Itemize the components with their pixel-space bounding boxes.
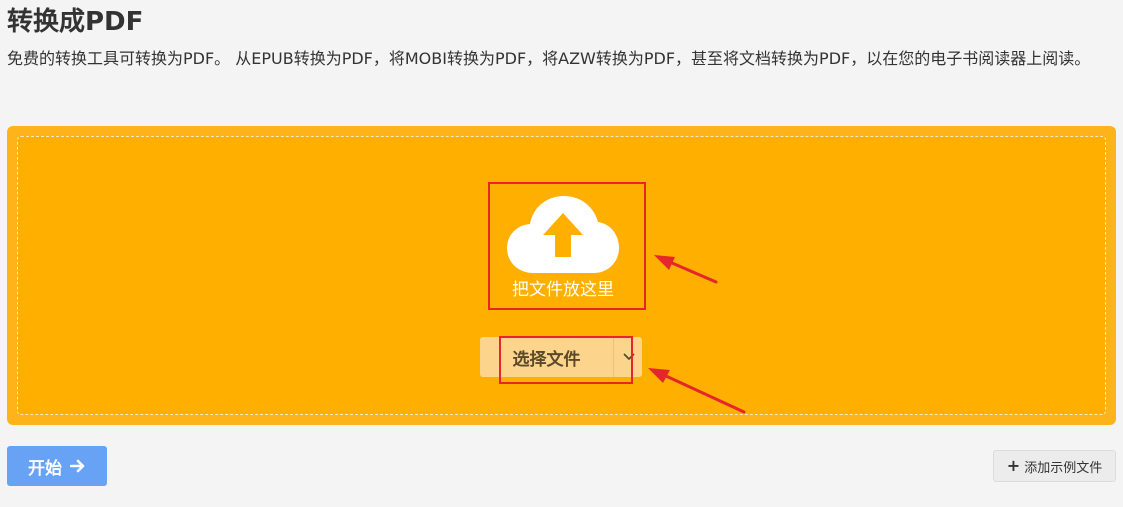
page-title: 转换成PDF: [7, 7, 144, 37]
annotation-highlight-choose: [499, 336, 633, 384]
plus-icon: +: [1006, 456, 1021, 475]
arrow-right-icon: [70, 459, 85, 473]
page-description: 免费的转换工具可转换为PDF。 从EPUB转换为PDF，将MOBI转换为PDF，…: [7, 49, 1091, 68]
add-sample-file-button[interactable]: + 添加示例文件: [993, 450, 1116, 482]
annotation-highlight-drop: [488, 182, 646, 310]
start-label: 开始: [28, 458, 62, 479]
add-sample-file-label: 添加示例文件: [1024, 460, 1103, 476]
start-button[interactable]: 开始: [7, 446, 107, 486]
page: 转换成PDF 免费的转换工具可转换为PDF。 从EPUB转换为PDF，将MOBI…: [0, 0, 1123, 507]
